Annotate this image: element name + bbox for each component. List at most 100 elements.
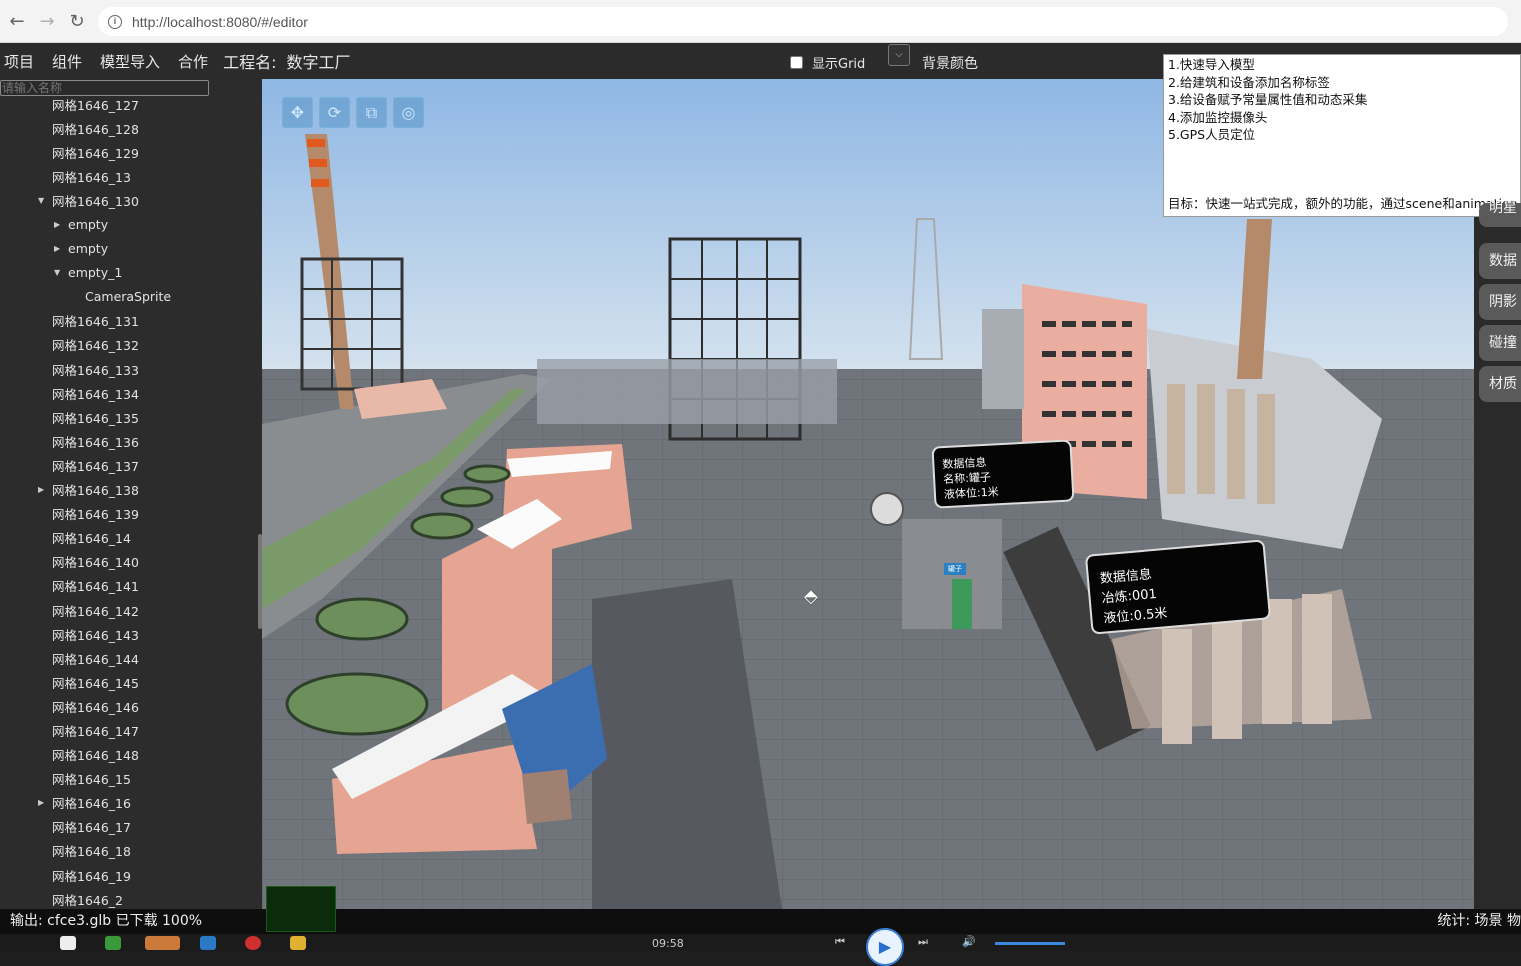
- menu-project[interactable]: 项目: [0, 51, 43, 72]
- tree-item[interactable]: 网格1646_146: [0, 694, 258, 718]
- caret-right-icon[interactable]: ▶: [38, 485, 44, 494]
- tree-item[interactable]: 网格1646_135: [0, 405, 258, 429]
- tree-item[interactable]: 网格1646_148: [0, 743, 258, 767]
- viewport-toolbar: ✥ ⟳ ⧉ ◎: [282, 97, 424, 128]
- tree-item[interactable]: 网格1646_133: [0, 357, 258, 381]
- focus-tool-icon[interactable]: ◎: [393, 97, 424, 128]
- next-icon[interactable]: ⏭: [918, 935, 928, 949]
- caret-right-icon[interactable]: ▶: [54, 220, 60, 229]
- tree-item[interactable]: 网格1646_143: [0, 622, 258, 646]
- app-icon[interactable]: [245, 936, 261, 950]
- tree-item[interactable]: ▶ empty: [0, 237, 258, 261]
- note-goal: 目标：快速一站式完成，额外的功能，通过scene和animation: [1168, 196, 1518, 211]
- tree-item[interactable]: 网格1646_136: [0, 429, 258, 453]
- caret-down-icon[interactable]: ▼: [54, 268, 60, 277]
- data-label-smelt[interactable]: 数据信息 冶炼:001 液位:0.5米: [1084, 539, 1272, 635]
- tree-item[interactable]: ▼ empty_1: [0, 261, 258, 285]
- tree-item[interactable]: 网格1646_18: [0, 839, 258, 863]
- tree-item-label: 网格1646_15: [52, 772, 131, 788]
- mini-badge[interactable]: 罐子: [944, 563, 966, 575]
- show-grid-checkbox[interactable]: [790, 56, 803, 69]
- app-icon[interactable]: [105, 936, 121, 950]
- show-grid-label: 显示Grid: [812, 57, 866, 72]
- tree-item[interactable]: 网格1646_147: [0, 718, 258, 742]
- tree-item[interactable]: 网格1646_137: [0, 453, 258, 477]
- bg-color-label: 背景颜色: [922, 56, 978, 72]
- tree-item-label: 网格1646_142: [52, 603, 139, 619]
- tree-item[interactable]: 网格1646_134: [0, 381, 258, 405]
- tree-item[interactable]: ▶ 网格1646_138: [0, 478, 258, 502]
- pipe-rack: [537, 359, 837, 424]
- tree-item-label: 网格1646_136: [52, 434, 139, 450]
- tree-item-label: 网格1646_133: [52, 362, 139, 378]
- tab-star[interactable]: 明星: [1479, 201, 1521, 227]
- menu-model-import[interactable]: 模型导入: [91, 51, 169, 72]
- reload-icon[interactable]: ↻: [62, 6, 92, 36]
- tree-item[interactable]: ▶ empty: [0, 212, 258, 236]
- caret-down-icon[interactable]: ▼: [38, 196, 44, 205]
- menu-components[interactable]: 组件: [43, 51, 91, 72]
- tree-item[interactable]: 网格1646_15: [0, 767, 258, 791]
- tree-item[interactable]: 网格1646_132: [0, 333, 258, 357]
- caret-right-icon[interactable]: ▶: [54, 244, 60, 253]
- tab-shadow[interactable]: 阴影: [1479, 284, 1521, 320]
- scale-tool-icon[interactable]: ⧉: [356, 97, 387, 128]
- tree-item[interactable]: 网格1646_145: [0, 670, 258, 694]
- tree-item[interactable]: ▼ 网格1646_130: [0, 188, 258, 212]
- back-arrow-icon[interactable]: ←: [2, 6, 32, 36]
- data-label-tank[interactable]: 数据信息 名称:罐子 液体位:1米: [931, 439, 1075, 509]
- tree-item[interactable]: 网格1646_127: [0, 92, 258, 116]
- right-tab-strip: 明星 数据 阴影 碰撞 材质: [1474, 201, 1521, 909]
- tree-item[interactable]: 网格1646_19: [0, 863, 258, 887]
- tree-item[interactable]: 网格1646_131: [0, 309, 258, 333]
- menu-cooperation[interactable]: 合作: [169, 51, 217, 72]
- app-icon[interactable]: [290, 936, 306, 950]
- tree-item-label: 网格1646_147: [52, 723, 139, 739]
- tree-item-label: 网格1646_13: [52, 169, 131, 185]
- tree-item-label: 网格1646_18: [52, 844, 131, 860]
- tree-item[interactable]: 网格1646_140: [0, 550, 258, 574]
- tree-item[interactable]: 网格1646_139: [0, 502, 258, 526]
- volume-icon[interactable]: 🔊: [962, 935, 976, 948]
- play-button[interactable]: ▶: [866, 928, 904, 966]
- tab-collision[interactable]: 碰撞: [1479, 325, 1521, 361]
- tree-item[interactable]: 网格1646_129: [0, 140, 258, 164]
- app-icon[interactable]: [200, 936, 216, 950]
- scene-tree: 网格1646_127 网格1646_128 网格1646_129 网格1646_13 ▼…: [0, 92, 258, 909]
- tab-material[interactable]: 材质: [1479, 366, 1521, 402]
- tank: [1167, 384, 1185, 494]
- tree-item[interactable]: ▶ 网格1646_16: [0, 791, 258, 815]
- tree-item[interactable]: 网格1646_17: [0, 815, 258, 839]
- notes-panel[interactable]: 1.快速导入模型 2.给建筑和设备添加名称标签 3.给设备赋予常量属性值和动态采…: [1163, 54, 1521, 217]
- url-text: http://localhost:8080/#/editor: [132, 13, 308, 30]
- note-line: 4.添加监控摄像头: [1168, 109, 1268, 125]
- app-icon[interactable]: [145, 936, 180, 950]
- project-name: 数字工厂: [286, 53, 351, 72]
- move-tool-icon[interactable]: ✥: [282, 97, 313, 128]
- info-icon[interactable]: i: [108, 14, 122, 29]
- tree-item[interactable]: 网格1646_128: [0, 116, 258, 140]
- tree-item[interactable]: CameraSprite: [0, 285, 258, 309]
- tree-item[interactable]: 网格1646_14: [0, 526, 258, 550]
- tree-item-label: 网格1646_140: [52, 555, 139, 571]
- forward-arrow-icon[interactable]: →: [32, 6, 62, 36]
- app-icon[interactable]: [60, 936, 76, 950]
- prev-icon[interactable]: ⏮: [835, 935, 845, 949]
- volume-slider[interactable]: [995, 942, 1065, 945]
- tree-item[interactable]: 网格1646_13: [0, 164, 258, 188]
- output-text: 输出: cfce3.glb 已下载 100%: [10, 913, 203, 929]
- caret-right-icon[interactable]: ▶: [38, 798, 44, 807]
- tree-item[interactable]: 网格1646_141: [0, 574, 258, 598]
- address-bar[interactable]: i http://localhost:8080/#/editor: [98, 7, 1508, 36]
- tree-item[interactable]: 网格1646_2: [0, 887, 258, 909]
- tree-item[interactable]: 网格1646_144: [0, 646, 258, 670]
- tree-item[interactable]: 网格1646_142: [0, 598, 258, 622]
- tree-item-label: empty_1: [68, 265, 123, 281]
- rotate-tool-icon[interactable]: ⟳: [319, 97, 350, 128]
- tree-item-label: empty: [68, 241, 109, 257]
- tree-item-label: CameraSprite: [85, 289, 172, 305]
- tab-data[interactable]: 数据: [1479, 243, 1521, 279]
- show-grid-toggle[interactable]: 显示Grid: [790, 53, 865, 72]
- bg-color-picker[interactable]: ⌵: [888, 44, 910, 66]
- tree-item-label: 网格1646_14: [52, 531, 131, 547]
